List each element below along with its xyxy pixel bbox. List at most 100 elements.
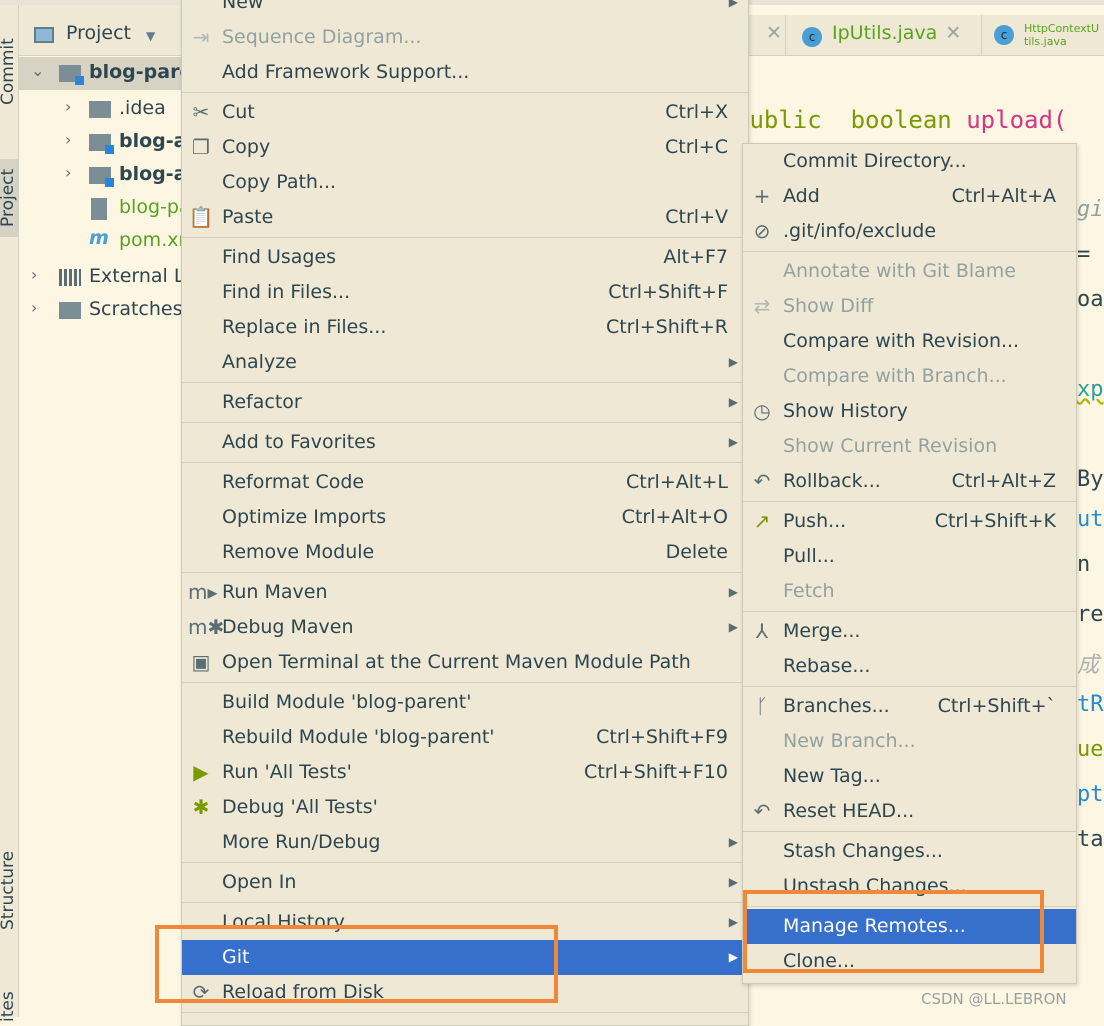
tree-item-external-libraries[interactable]: › External Libraries <box>19 261 256 294</box>
diff-icon: ⇄ <box>753 294 771 318</box>
menu-item-replace-in-files[interactable]: Replace in Files... Ctrl+Shift+R <box>182 310 748 345</box>
menu-item-shortcut: Ctrl+Alt+A <box>951 185 1056 207</box>
tab-label: HttpContextUtils.java <box>1024 22 1100 48</box>
menu-item-reformat-code[interactable]: Reformat Code Ctrl+Alt+L <box>182 465 748 500</box>
tab-iputils[interactable]: c IpUtils.java ✕ <box>786 15 982 55</box>
menu-item-open-in[interactable]: Open In ▶ <box>182 865 748 900</box>
menu-item-more-run-debug[interactable]: More Run/Debug ▶ <box>182 825 748 860</box>
maven-debug-icon: m✱ <box>188 615 225 639</box>
menu-item-debug-all-tests[interactable]: ✱ Debug 'All Tests' <box>182 790 748 825</box>
menu-item-run-maven[interactable]: m▸ Run Maven ▶ <box>182 575 748 610</box>
menu-item-branches[interactable]: ᚴ Branches... Ctrl+Shift+` <box>743 689 1076 724</box>
context-menu: New ▶ ⇥ Sequence Diagram... Add Framework Su… <box>181 0 749 1026</box>
tool-window-project[interactable]: Project <box>0 158 18 237</box>
menu-item-label: Add to Favorites <box>222 431 376 453</box>
menu-item-cut[interactable]: ✂ Cut Ctrl+X <box>182 95 748 130</box>
menu-item-add-framework-support[interactable]: Add Framework Support... <box>182 55 748 90</box>
tool-window-commit[interactable]: Commit <box>0 38 18 105</box>
libs-icon <box>59 269 81 286</box>
folder-icon <box>89 101 111 118</box>
menu-item-annotate-with-git-blame: Annotate with Git Blame <box>743 254 1076 289</box>
menu-item-debug-maven[interactable]: m✱ Debug Maven ▶ <box>182 610 748 645</box>
menu-item-paste[interactable]: 📋 Paste Ctrl+V <box>182 200 748 235</box>
menu-item-push[interactable]: ↗ Push... Ctrl+Shift+K <box>743 504 1076 539</box>
menu-item-add-to-favorites[interactable]: Add to Favorites ▶ <box>182 425 748 460</box>
chevron-right-icon[interactable]: › <box>31 265 37 284</box>
menu-item-shortcut: Ctrl+Shift+K <box>934 510 1056 532</box>
menu-item-refactor[interactable]: Refactor ▶ <box>182 385 748 420</box>
menu-item-copy-path[interactable]: Copy Path... <box>182 165 748 200</box>
menu-item-label: Debug Maven <box>222 616 354 638</box>
tree-item-blog-api[interactable]: › blog-api <box>19 126 207 159</box>
reset-icon: ↶ <box>753 799 771 823</box>
tree-item-scratches-and-consoles[interactable]: ›Scratches and Consoles <box>19 294 316 327</box>
menu-item-label: Replace in Files... <box>222 316 387 338</box>
menu-item-shortcut: Ctrl+Shift+F9 <box>596 726 728 748</box>
menu-item-label: Stash Changes... <box>783 840 943 862</box>
menu-item-rollback[interactable]: ↶ Rollback... Ctrl+Alt+Z <box>743 464 1076 499</box>
project-view-selector[interactable]: Project <box>66 22 131 44</box>
menu-item-copy[interactable]: ❐ Copy Ctrl+C <box>182 130 748 165</box>
tree-item-pom-xml[interactable]: m pom.xml <box>19 225 202 258</box>
chevron-right-icon[interactable]: › <box>65 163 71 182</box>
menu-item-label: Debug 'All Tests' <box>222 796 378 818</box>
menu-item-label: Refactor <box>222 391 302 413</box>
menu-item-rebuild-module-blog-parent[interactable]: Rebuild Module 'blog-parent' Ctrl+Shift+F… <box>182 720 748 755</box>
clock-icon: ◷ <box>753 399 771 423</box>
tree-item-idea[interactable]: › .idea <box>19 93 189 126</box>
menu-item-show-history[interactable]: ◷ Show History <box>743 394 1076 429</box>
tool-window-favorites[interactable]: ites <box>0 991 18 1022</box>
tree-item-blog-parent[interactable]: ⌄ blog-parent <box>19 57 215 90</box>
code-line: public boolean upload( <box>735 106 1067 134</box>
chevron-down-icon[interactable]: ▼ <box>146 29 155 43</box>
chevron-down-icon[interactable]: ⌄ <box>31 61 44 80</box>
tab-httpcontextutils[interactable]: c HttpContextUtils.java <box>982 15 1104 55</box>
git-submenu: Commit Directory... + Add Ctrl+Alt+A ⊘ .git/i… <box>742 143 1077 984</box>
menu-item-new-tag[interactable]: New Tag... <box>743 759 1076 794</box>
tree-item-label: .idea <box>119 97 166 119</box>
menu-item-compare-with-revision[interactable]: Compare with Revision... <box>743 324 1076 359</box>
tab-close-previous[interactable]: ✕ <box>748 15 786 55</box>
tree-item-blog-parent-iml[interactable]: blog-parent.iml <box>19 192 264 225</box>
menu-item-label: Open Terminal at the Current Maven Modul… <box>222 651 691 673</box>
branch-icon: ᚴ <box>756 694 768 718</box>
menu-item-find-usages[interactable]: Find Usages Alt+F7 <box>182 240 748 275</box>
tool-window-structure[interactable]: Structure <box>0 851 18 930</box>
code-fragment: ut <box>1077 507 1104 532</box>
plus-icon: + <box>753 184 771 208</box>
chevron-right-icon[interactable]: › <box>31 298 37 317</box>
terminal-maven-icon: ▣ <box>191 650 211 674</box>
menu-item-add[interactable]: + Add Ctrl+Alt+A <box>743 179 1076 214</box>
menu-item-new[interactable]: New ▶ <box>182 0 748 20</box>
menu-item-label: Run 'All Tests' <box>222 761 352 783</box>
scissors-icon: ✂ <box>192 100 210 124</box>
menu-item-build-module-blog-parent[interactable]: Build Module 'blog-parent' <box>182 685 748 720</box>
menu-item-remove-module[interactable]: Remove Module Delete <box>182 535 748 570</box>
menu-item-stash-changes[interactable]: Stash Changes... <box>743 834 1076 869</box>
close-icon[interactable]: ✕ <box>766 22 782 44</box>
menu-item-label: Run Maven <box>222 581 328 603</box>
menu-item-label: New Branch... <box>783 730 916 752</box>
menu-item-rebase[interactable]: Rebase... <box>743 649 1076 684</box>
maven-icon: m <box>89 227 109 249</box>
menu-item-commit-directory[interactable]: Commit Directory... <box>743 144 1076 179</box>
chevron-right-icon[interactable]: › <box>65 97 71 116</box>
exclude-file-icon: ⊘ <box>753 219 771 243</box>
menu-item-shortcut: Ctrl+C <box>665 136 728 158</box>
menu-item-open-terminal-at-the-current-maven-module-path[interactable]: ▣ Open Terminal at the Current Maven Modu… <box>182 645 748 680</box>
menu-item-reset-head[interactable]: ↶ Reset HEAD... <box>743 794 1076 829</box>
menu-item-merge[interactable]: ⅄ Merge... <box>743 614 1076 649</box>
menu-item-label: Copy Path... <box>222 171 337 193</box>
menu-item-pull[interactable]: Pull... <box>743 539 1076 574</box>
menu-item-run-all-tests[interactable]: ▶ Run 'All Tests' Ctrl+Shift+F10 <box>182 755 748 790</box>
close-icon[interactable]: ✕ <box>945 22 961 44</box>
debug-bug-icon: ✱ <box>192 795 210 819</box>
chevron-right-icon[interactable]: › <box>65 130 71 149</box>
menu-item-label: Rebuild Module 'blog-parent' <box>222 726 495 748</box>
menu-item-label: Optimize Imports <box>222 506 387 528</box>
menu-item-optimize-imports[interactable]: Optimize Imports Ctrl+Alt+O <box>182 500 748 535</box>
menu-item-find-in-files[interactable]: Find in Files... Ctrl+Shift+F <box>182 275 748 310</box>
tree-item-blog-admin[interactable]: › blog-admin <box>19 159 240 192</box>
menu-item-git-info-exclude[interactable]: ⊘ .git/info/exclude <box>743 214 1076 249</box>
menu-item-analyze[interactable]: Analyze ▶ <box>182 345 748 380</box>
